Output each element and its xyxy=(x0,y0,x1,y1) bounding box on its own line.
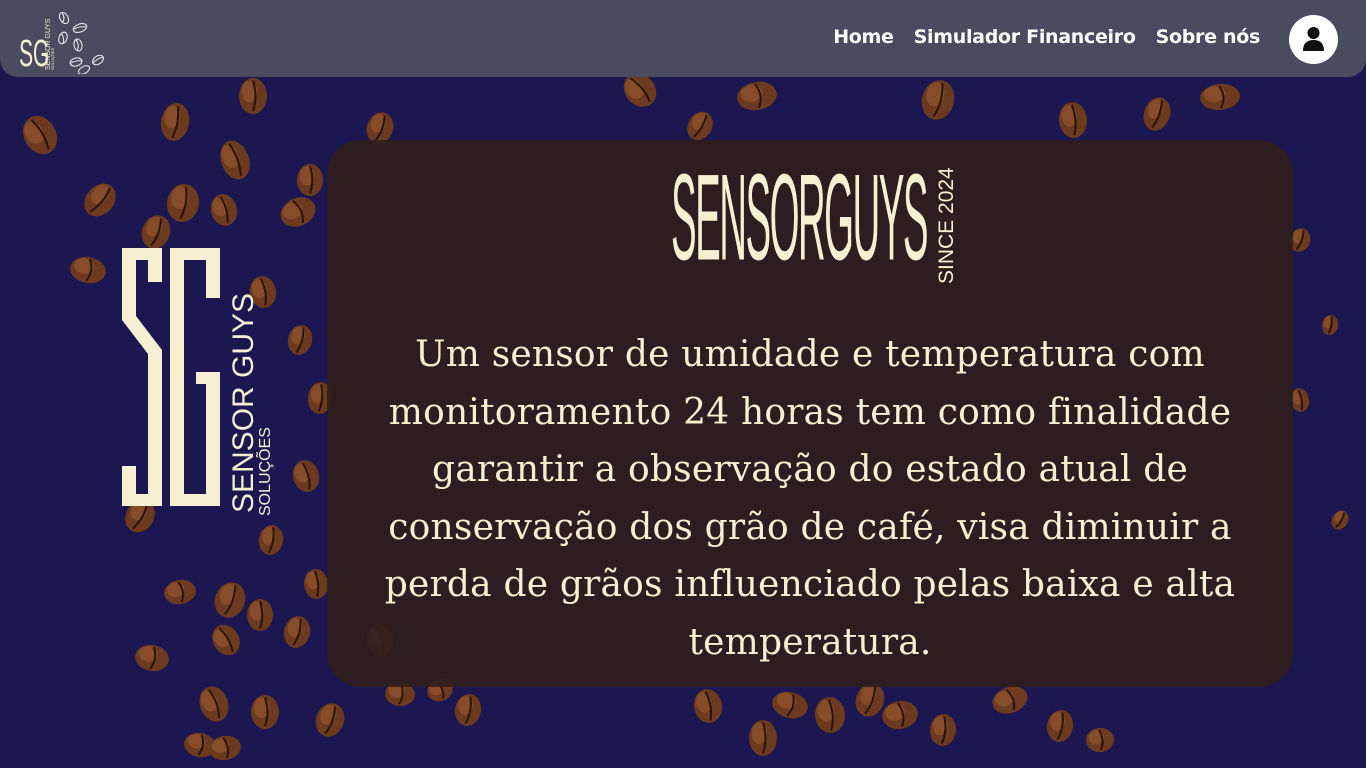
navbar-logo[interactable]: SG SENSOR GUYS SOLUÇÕES xyxy=(18,10,114,74)
nav-links: Home Simulador Financeiro Sobre nós xyxy=(833,26,1260,48)
coffee-beans-icon xyxy=(58,11,104,74)
nav-link-simulador-financeiro[interactable]: Simulador Financeiro xyxy=(914,26,1136,48)
info-card: SENSORGUYS SINCE 2024 Um sensor de umida… xyxy=(327,140,1293,687)
brand-wordmark: SENSORGUYS SINCE 2024 xyxy=(671,158,958,287)
profile-button[interactable] xyxy=(1289,15,1338,64)
brand-since: SINCE 2024 xyxy=(935,167,958,284)
user-icon xyxy=(1303,27,1324,51)
side-logo-name: SENSOR GUYS xyxy=(227,293,260,513)
brand-name: SENSORGUYS xyxy=(671,158,927,287)
nav-link-sobre-nos[interactable]: Sobre nós xyxy=(1156,26,1261,48)
card-description: Um sensor de umidade e temperatura com m… xyxy=(384,334,1236,663)
nav-link-home[interactable]: Home xyxy=(833,26,894,48)
side-logo: SENSOR GUYS SOLUÇÕES SG xyxy=(122,248,274,516)
side-logo-tagline: SOLUÇÕES xyxy=(254,427,274,516)
navbar-logo-subtext: SOLUÇÕES xyxy=(50,47,55,70)
navbar: SG SENSOR GUYS SOLUÇÕES Home Simulador F… xyxy=(0,0,1366,77)
